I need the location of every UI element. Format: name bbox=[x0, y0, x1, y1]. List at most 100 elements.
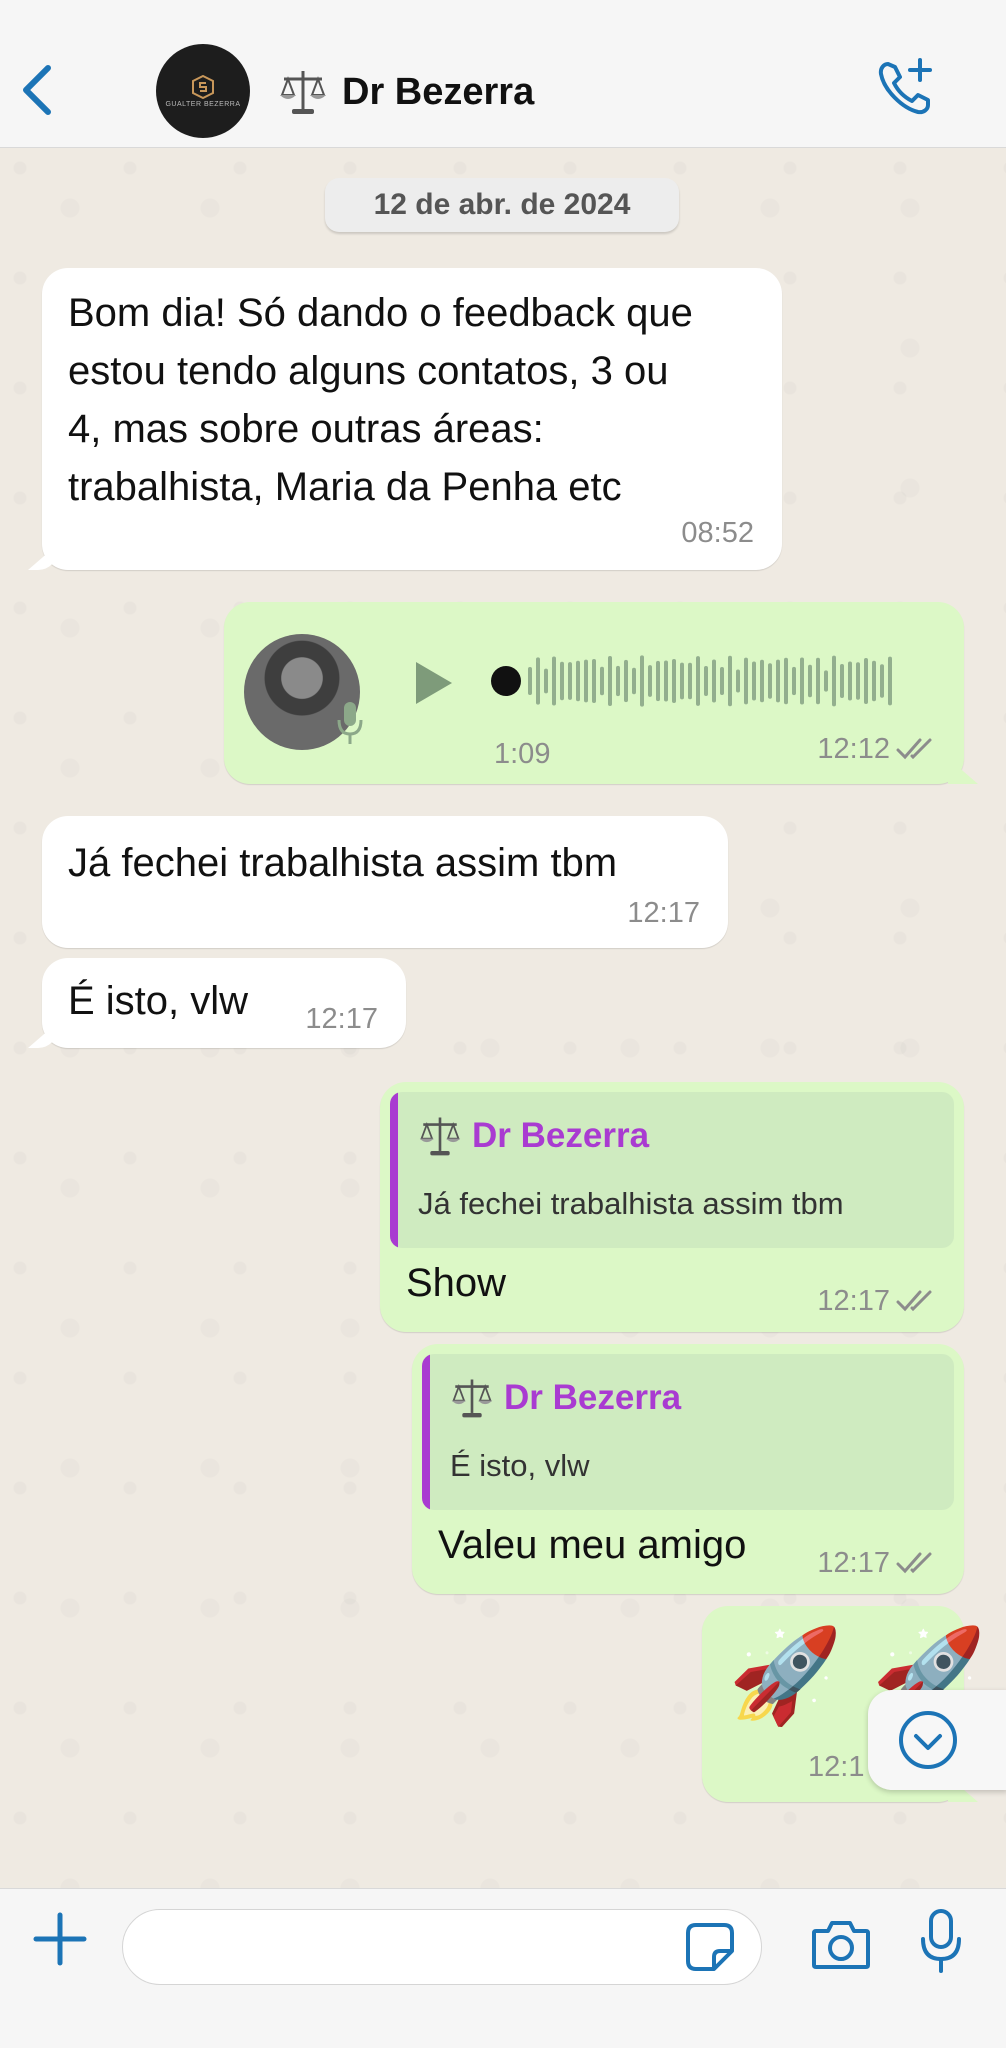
reply-message-bubble[interactable]: Dr Bezerra Já fechei trabalhista assim t… bbox=[380, 1082, 964, 1332]
quoted-message[interactable]: Dr Bezerra É isto, vlw bbox=[422, 1354, 954, 1510]
waveform-bar bbox=[848, 661, 852, 701]
message-bubble-incoming[interactable]: Já fechei trabalhista assim tbm 12:17 bbox=[42, 816, 728, 948]
voice-message-bubble[interactable]: 1:09 12:12 bbox=[224, 602, 964, 784]
waveform-bar bbox=[528, 667, 532, 695]
waveform-bar bbox=[608, 655, 612, 707]
message-time: 12:17 bbox=[627, 897, 700, 929]
playhead-dot[interactable] bbox=[491, 666, 521, 696]
message-text: Já fechei trabalhista assim tbm bbox=[68, 841, 618, 885]
waveform-bar bbox=[656, 660, 660, 702]
message-text: É isto, vlw bbox=[68, 979, 249, 1023]
message-time: 12:17 bbox=[817, 1285, 890, 1317]
message-text-line: Bom dia! Só dando o feedback que bbox=[68, 291, 693, 335]
scales-icon bbox=[451, 1379, 493, 1418]
waveform-bar bbox=[856, 662, 860, 700]
waveform-bar bbox=[872, 660, 876, 702]
read-ticks-icon bbox=[896, 1552, 932, 1574]
message-time: 12:1 bbox=[808, 1751, 865, 1783]
reply-message-bubble[interactable]: Dr Bezerra É isto, vlw Valeu meu amigo 1… bbox=[412, 1344, 964, 1594]
contact-title[interactable]: Dr Bezerra bbox=[278, 64, 534, 120]
quote-text: Já fechei trabalhista assim tbm bbox=[418, 1186, 844, 1221]
scroll-to-bottom-button[interactable] bbox=[868, 1690, 1006, 1790]
read-ticks-icon bbox=[896, 1290, 932, 1312]
message-time: 12:17 bbox=[305, 1003, 378, 1035]
waveform-bar bbox=[600, 666, 604, 696]
waveform-bar bbox=[824, 670, 828, 692]
waveform-bar bbox=[592, 659, 596, 703]
message-time: 12:12 bbox=[817, 733, 890, 765]
waveform-bar bbox=[640, 655, 644, 707]
message-time: 08:52 bbox=[681, 517, 754, 549]
plus-icon[interactable] bbox=[32, 1911, 88, 1967]
microphone-icon bbox=[337, 702, 363, 744]
waveform-bar bbox=[736, 669, 740, 693]
waveform-bar bbox=[888, 656, 892, 706]
waveform-bar bbox=[584, 659, 588, 703]
waveform-bar bbox=[808, 664, 812, 698]
message-text: Show bbox=[406, 1261, 507, 1305]
message-time: 12:17 bbox=[817, 1547, 890, 1579]
waveform-bar bbox=[864, 657, 868, 705]
waveform-bar bbox=[784, 657, 788, 705]
quote-author-name: Dr Bezerra bbox=[472, 1116, 650, 1155]
quote-accent-bar bbox=[422, 1354, 430, 1510]
quoted-message[interactable]: Dr Bezerra Já fechei trabalhista assim t… bbox=[390, 1092, 954, 1248]
waveform-bar bbox=[832, 655, 836, 707]
message-input[interactable] bbox=[122, 1909, 762, 1985]
date-divider: 12 de abr. de 2024 bbox=[325, 178, 679, 232]
message-text-line: 4, mas sobre outras áreas: bbox=[68, 407, 544, 451]
waveform-bar bbox=[816, 657, 820, 705]
waveform-bar bbox=[568, 662, 572, 700]
waveform-bar bbox=[672, 658, 676, 704]
waveform-bar bbox=[720, 666, 724, 696]
waveform-bar bbox=[616, 665, 620, 697]
back-chevron-icon[interactable] bbox=[18, 62, 58, 118]
contact-name: Dr Bezerra bbox=[342, 70, 535, 113]
quote-author: Dr Bezerra bbox=[418, 1114, 649, 1158]
phone-plus-icon[interactable] bbox=[874, 56, 938, 120]
audio-waveform[interactable] bbox=[490, 648, 900, 714]
message-text-line: estou tendo alguns contatos, 3 ou bbox=[68, 349, 669, 393]
waveform-bar bbox=[696, 656, 700, 706]
quote-text: É isto, vlw bbox=[450, 1448, 590, 1483]
read-ticks-icon bbox=[896, 738, 932, 760]
waveform-bar bbox=[712, 659, 716, 703]
waveform-bar bbox=[840, 664, 844, 698]
waveform-bar bbox=[768, 663, 772, 699]
waveform-bar bbox=[552, 656, 556, 706]
message-bubble-incoming[interactable]: Bom dia! Só dando o feedback que estou t… bbox=[42, 268, 782, 570]
waveform-bar bbox=[664, 660, 668, 702]
waveform-bar bbox=[704, 665, 708, 697]
waveform-bar bbox=[624, 659, 628, 703]
waveform-bar bbox=[648, 665, 652, 697]
waveform-bar bbox=[560, 661, 564, 701]
scales-icon bbox=[419, 1117, 461, 1156]
contact-avatar[interactable]: GUALTER BEZERRA bbox=[156, 44, 250, 138]
waveform-bar bbox=[576, 660, 580, 702]
waveform-bar bbox=[752, 661, 756, 701]
sticker-icon[interactable] bbox=[684, 1921, 736, 1973]
waveform-bar bbox=[536, 657, 540, 705]
chat-header: GUALTER BEZERRA Dr Bezerra bbox=[0, 0, 1006, 148]
composer-bar bbox=[0, 1888, 1006, 2048]
camera-icon[interactable] bbox=[810, 1915, 872, 1973]
play-icon[interactable] bbox=[410, 658, 456, 708]
waveform-bar bbox=[632, 667, 636, 695]
waveform-bar bbox=[776, 659, 780, 703]
waveform-bar bbox=[728, 655, 732, 707]
quote-author-name: Dr Bezerra bbox=[504, 1378, 682, 1417]
scales-icon bbox=[280, 71, 326, 114]
quote-author: Dr Bezerra bbox=[450, 1376, 681, 1420]
microphone-icon[interactable] bbox=[918, 1907, 964, 1977]
audio-duration: 1:09 bbox=[494, 738, 551, 770]
waveform-bar bbox=[792, 666, 796, 696]
logo-mark-icon bbox=[192, 74, 214, 99]
waveform-bar bbox=[680, 662, 684, 700]
waveform-bar bbox=[760, 659, 764, 703]
avatar-logo-text: GUALTER BEZERRA bbox=[165, 100, 241, 108]
waveform-bar bbox=[544, 668, 548, 694]
waveform-bar bbox=[744, 657, 748, 705]
waveform-bar bbox=[800, 657, 804, 705]
message-bubble-incoming[interactable]: É isto, vlw 12:17 bbox=[42, 958, 406, 1048]
message-text-line: trabalhista, Maria da Penha etc bbox=[68, 465, 622, 509]
